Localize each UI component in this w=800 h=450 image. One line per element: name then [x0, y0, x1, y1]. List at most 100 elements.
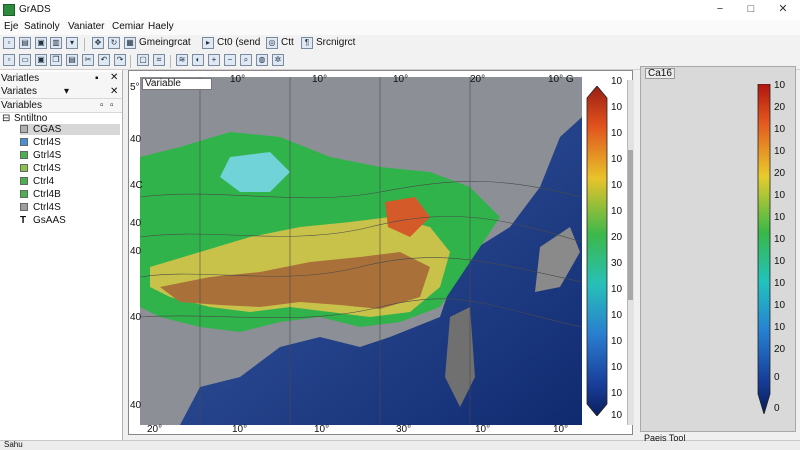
top-tick-label: 20° — [470, 74, 486, 85]
print-icon[interactable]: ▥ — [50, 37, 62, 49]
tree-expand-icon[interactable]: ⊟ — [2, 113, 10, 124]
close-icon[interactable]: ✕ — [110, 86, 118, 97]
colorbar-tick: 10 — [611, 362, 623, 373]
colorbar-tick: 10 — [611, 102, 623, 113]
toolbar-separator — [130, 55, 131, 68]
save-icon[interactable]: ▣ — [35, 37, 47, 49]
map-scrollbar-thumb[interactable] — [628, 150, 633, 300]
palette-icon[interactable]: ◐ — [192, 54, 204, 66]
menu-help[interactable]: Haely — [148, 21, 174, 32]
undo-icon[interactable]: ↶ — [98, 54, 110, 66]
folder-icon[interactable]: ▭ — [19, 54, 31, 66]
layers-icon[interactable]: ≋ — [176, 54, 188, 66]
globe-icon[interactable]: ◍ — [256, 54, 268, 66]
colorbar-tick: 10 — [611, 154, 623, 165]
layer-dropdown-icon[interactable]: ▾ — [66, 37, 78, 49]
panel-tab-label: Ca16 — [648, 68, 672, 79]
zoom-in-icon[interactable]: + — [208, 54, 220, 66]
colorbar-panel — [640, 66, 796, 432]
left-tick-label: 4C — [130, 180, 143, 191]
legend-tick: 10 — [774, 278, 786, 289]
colorbar-tick: 10 — [611, 76, 623, 87]
minimize-button[interactable]: − — [705, 0, 735, 20]
map-corner-label: 10° G — [548, 74, 574, 85]
contour-icon[interactable]: ◎ — [266, 37, 278, 49]
maximize-button[interactable]: □ — [736, 0, 766, 20]
top-tick-label: 10° — [230, 74, 246, 85]
settings-icon[interactable]: ✲ — [272, 54, 284, 66]
colorbar-tick: 10 — [611, 206, 623, 217]
colorbar-tick: 10 — [611, 180, 623, 191]
chevron-down-icon[interactable]: ▾ — [64, 86, 69, 97]
toolbar-ctt-button[interactable]: Ctt — [281, 37, 294, 48]
title-bar — [0, 0, 800, 21]
map-plot[interactable] — [140, 77, 582, 425]
pan-icon[interactable]: ✥ — [92, 37, 104, 49]
tree-branch-icon: T — [20, 215, 27, 226]
bottom-tick-label: 10° — [553, 424, 569, 435]
colorbar-tick: 10 — [611, 284, 623, 295]
status-left-text: Sahu — [4, 440, 23, 449]
swatch-icon — [20, 164, 28, 172]
menu-variables[interactable]: Vaniater — [68, 21, 105, 32]
variable-tab-label: Variable — [145, 78, 181, 89]
legend-tick: 10 — [774, 146, 786, 157]
variables-header-label: Variatles — [1, 73, 40, 84]
crop-icon[interactable]: ⌗ — [153, 54, 165, 66]
variables-dropdown-label: Variates — [1, 86, 37, 97]
colorbar-tick: 10 — [611, 128, 623, 139]
legend-tick: 10 — [774, 322, 786, 333]
legend-tick: 20 — [774, 102, 786, 113]
open-icon[interactable]: ▤ — [19, 37, 31, 49]
bottom-tick-label: 30° — [396, 424, 412, 435]
tree-root[interactable]: Sntiltno — [14, 113, 47, 124]
select-icon[interactable]: ▢ — [137, 54, 149, 66]
search-icon[interactable]: ⌕ — [240, 54, 252, 66]
collapse-icon[interactable]: ▫ — [110, 100, 114, 111]
copy-icon[interactable]: ❐ — [50, 54, 62, 66]
refresh-icon[interactable]: ↻ — [108, 37, 120, 49]
colorbar-tick: 10 — [611, 410, 623, 421]
toolbar-separator — [170, 55, 171, 68]
toolbar-script-button[interactable]: Srcnigrct — [316, 37, 355, 48]
legend-tick: 10 — [774, 256, 786, 267]
doc-icon[interactable]: ▫ — [3, 54, 15, 66]
close-button[interactable]: ✕ — [768, 0, 798, 20]
swatch-icon — [20, 151, 28, 159]
disk-icon[interactable]: ▣ — [35, 54, 47, 66]
cut-icon[interactable]: ✂ — [82, 54, 94, 66]
panel-close-icon[interactable]: ✕ — [110, 72, 118, 83]
new-icon[interactable]: ▫ — [3, 37, 15, 49]
toolbar-separator — [84, 38, 85, 51]
swatch-icon — [20, 125, 28, 133]
menu-settings[interactable]: Satinoly — [24, 21, 60, 32]
legend-tick: 0 — [774, 372, 780, 383]
legend-tick: 0 — [774, 403, 780, 414]
zoom-out-icon[interactable]: − — [224, 54, 236, 66]
toolbar-gridformat-button[interactable]: Gmeingrcat — [139, 37, 191, 48]
left-tick-label: 40 — [130, 312, 142, 323]
send-icon[interactable]: ▸ — [202, 37, 214, 49]
legend-tick: 20 — [774, 168, 786, 179]
paste-icon[interactable]: ▤ — [66, 54, 78, 66]
left-tick-label: 40 — [130, 134, 142, 145]
colorbar-tick: 10 — [611, 310, 623, 321]
panel-pin-icon[interactable]: ▪ — [95, 73, 99, 84]
legend-tick: 10 — [774, 124, 786, 135]
redo-icon[interactable]: ↷ — [114, 54, 126, 66]
legend-tick: 10 — [774, 80, 786, 91]
menu-file[interactable]: Eje — [4, 21, 18, 32]
menu-commands[interactable]: Cemiar — [112, 21, 144, 32]
legend-tick: 10 — [774, 190, 786, 201]
grid-icon[interactable]: ▦ — [124, 37, 136, 49]
toolbar-send-button[interactable]: Ct0 (send — [217, 37, 260, 48]
bottom-tick-label: 10° — [475, 424, 491, 435]
restore-icon[interactable]: ▫ — [100, 100, 104, 111]
script-icon[interactable]: ¶ — [301, 37, 313, 49]
left-tick-label: 40 — [130, 400, 142, 411]
colorbar-tick: 20 — [611, 232, 623, 243]
top-tick-label: 10° — [312, 74, 328, 85]
swatch-icon — [20, 190, 28, 198]
app-icon — [3, 4, 15, 16]
top-tick-label: 10° — [393, 74, 409, 85]
